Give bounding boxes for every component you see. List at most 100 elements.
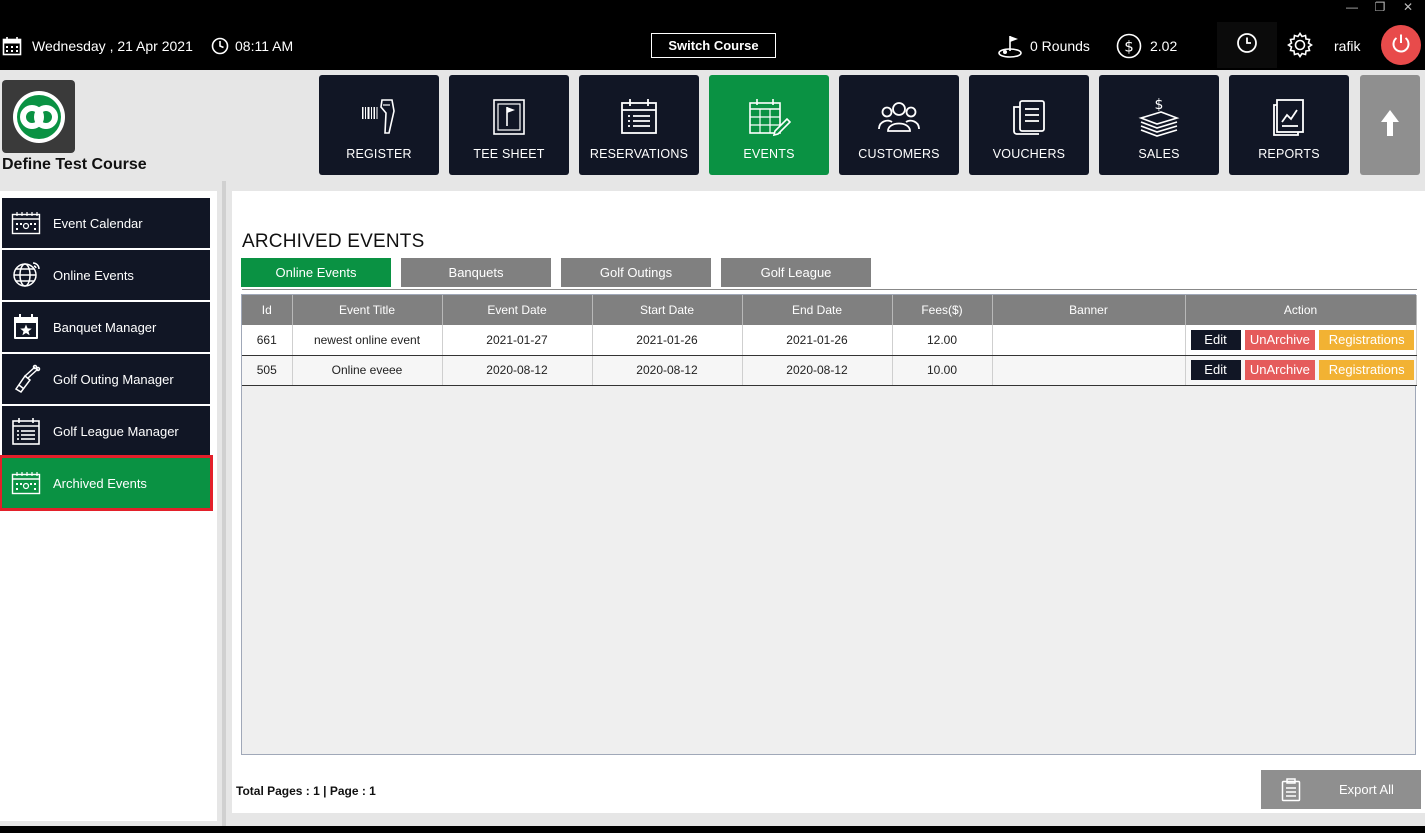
scroll-up-button[interactable] (1360, 75, 1420, 175)
cell-id: 505 (242, 355, 293, 386)
clock-button[interactable] (1217, 22, 1277, 68)
column-header-end-date[interactable]: End Date (742, 295, 893, 325)
nav-reservations-label: RESERVATIONS (589, 147, 689, 161)
cell-event-date: 2020-08-12 (442, 355, 593, 386)
page-title: ARCHIVED EVENTS (242, 231, 425, 252)
registrations-button[interactable]: Registrations (1319, 360, 1415, 380)
column-header-event-date[interactable]: Event Date (442, 295, 593, 325)
tab-golf-outings[interactable]: Golf Outings (561, 258, 711, 287)
column-header-id[interactable]: Id (242, 295, 293, 325)
nav-reports-label: REPORTS (1258, 147, 1320, 161)
cell-actions: Edit UnArchive Registrations (1185, 325, 1417, 356)
nav-customers[interactable]: CUSTOMERS (839, 75, 959, 175)
cell-banner (992, 355, 1186, 386)
nav-sales-label: SALES (1138, 147, 1180, 161)
svg-text:$: $ (1155, 97, 1164, 113)
voucher-icon (1009, 97, 1049, 137)
power-icon (1390, 32, 1412, 59)
unarchive-button[interactable]: UnArchive (1244, 329, 1315, 350)
export-all-label: Export All (1339, 782, 1394, 797)
time-display: 08:11 AM (211, 33, 293, 59)
cell-event-title: newest online event (292, 325, 443, 356)
table-row[interactable]: 505 Online eveee 2020-08-12 2020-08-12 2… (242, 355, 1417, 386)
globe-icon (11, 260, 41, 290)
restore-icon[interactable]: ❐ (1368, 0, 1392, 16)
sidebar-item-archived-events[interactable]: Archived Events (0, 455, 213, 511)
calendar-edit-icon (747, 97, 791, 137)
sidebar-item-golf-league-manager[interactable]: Golf League Manager (2, 406, 210, 456)
nav-register[interactable]: REGISTER (319, 75, 439, 175)
tab-online-events[interactable]: Online Events (241, 258, 391, 287)
nav-reports[interactable]: REPORTS (1229, 75, 1349, 175)
calendar-list-icon (619, 97, 659, 137)
username[interactable]: rafik (1334, 33, 1360, 59)
dollar-icon: $ (1116, 33, 1142, 59)
sidebar-item-online-events[interactable]: Online Events (2, 250, 210, 300)
switch-course-button[interactable]: Switch Course (651, 33, 776, 58)
settings-button[interactable] (1286, 32, 1314, 58)
nav-events-label: EVENTS (743, 147, 795, 161)
time-text: 08:11 AM (235, 38, 294, 54)
nav-reservations[interactable]: RESERVATIONS (579, 75, 699, 175)
date-text: Wednesday , 21 Apr 2021 (32, 38, 193, 54)
sidebar-item-label: Event Calendar (53, 215, 143, 231)
cell-start-date: 2021-01-26 (592, 325, 743, 356)
tab-banquets[interactable]: Banquets (401, 258, 551, 287)
clock-icon (1236, 32, 1258, 59)
sidebar-item-label: Golf Outing Manager (53, 371, 174, 387)
tab-golf-league[interactable]: Golf League (721, 258, 871, 287)
balance-display: $ 2.02 (1116, 33, 1177, 59)
column-header-fees[interactable]: Fees($) (892, 295, 993, 325)
archived-events-table: Id Event Title Event Date Start Date End… (241, 294, 1417, 755)
balance-text: 2.02 (1150, 38, 1178, 54)
nav-events[interactable]: EVENTS (709, 75, 829, 175)
column-header-action: Action (1185, 295, 1417, 325)
unarchive-button[interactable]: UnArchive (1244, 360, 1315, 380)
cell-start-date: 2020-08-12 (592, 355, 743, 386)
nav-sales[interactable]: $ SALES (1099, 75, 1219, 175)
nav-vouchers-label: VOUCHERS (992, 147, 1066, 161)
close-icon[interactable]: ✕ (1396, 0, 1420, 16)
nav-vouchers[interactable]: VOUCHERS (969, 75, 1089, 175)
nav-register-label: REGISTER (346, 147, 412, 161)
edit-button[interactable]: Edit (1190, 360, 1241, 380)
cell-event-date: 2021-01-27 (442, 325, 593, 356)
money-stack-icon: $ (1137, 97, 1181, 137)
edit-button[interactable]: Edit (1190, 329, 1241, 350)
main-content: ARCHIVED EVENTS Online Events Banquets G… (232, 191, 1425, 813)
sidebar-item-banquet-manager[interactable]: Banquet Manager (2, 302, 210, 352)
main-panel: ARCHIVED EVENTS Online Events Banquets G… (226, 181, 1425, 826)
date-display: Wednesday , 21 Apr 2021 (2, 33, 193, 59)
cell-event-title: Online eveee (292, 355, 443, 386)
sidebar-item-label: Archived Events (53, 475, 147, 491)
cell-fees: 10.00 (892, 355, 993, 386)
top-bar: — ❐ ✕ Wednesday , 21 Apr 2021 08:11 AM S… (0, 0, 1425, 70)
calendar-icon (2, 36, 22, 56)
column-header-start-date[interactable]: Start Date (592, 295, 743, 325)
table-row[interactable]: 661 newest online event 2021-01-27 2021-… (242, 325, 1417, 356)
sidebar-item-label: Online Events (53, 267, 134, 283)
sidebar-item-golf-outing-manager[interactable]: Golf Outing Manager (2, 354, 210, 404)
column-header-event-title[interactable]: Event Title (292, 295, 443, 325)
bottom-strip (0, 826, 1425, 833)
golf-bag-icon (11, 364, 41, 394)
export-all-button[interactable]: Export All (1261, 770, 1421, 809)
column-header-banner[interactable]: Banner (992, 295, 1186, 325)
cell-fees: 12.00 (892, 325, 993, 356)
barcode-scanner-icon (359, 97, 399, 137)
minimize-icon[interactable]: — (1340, 0, 1364, 16)
power-button[interactable] (1381, 25, 1421, 65)
calendar-icon (11, 208, 41, 238)
registrations-button[interactable]: Registrations (1319, 329, 1415, 350)
report-icon (1271, 97, 1307, 137)
header-band: Define Test Course REGISTER TEE SHEET RE… (0, 70, 1425, 181)
nav-tee-sheet[interactable]: TEE SHEET (449, 75, 569, 175)
golf-flag-icon (996, 33, 1024, 59)
sidebar-item-event-calendar[interactable]: Event Calendar (2, 198, 210, 248)
nav-customers-label: CUSTOMERS (858, 147, 940, 161)
course-name: Define Test Course (2, 156, 147, 173)
pagination-info: Total Pages : 1 | Page : 1 (236, 784, 376, 798)
calendar-list-icon (11, 416, 41, 446)
cell-end-date: 2021-01-26 (742, 325, 893, 356)
arrow-up-icon (1380, 108, 1400, 143)
